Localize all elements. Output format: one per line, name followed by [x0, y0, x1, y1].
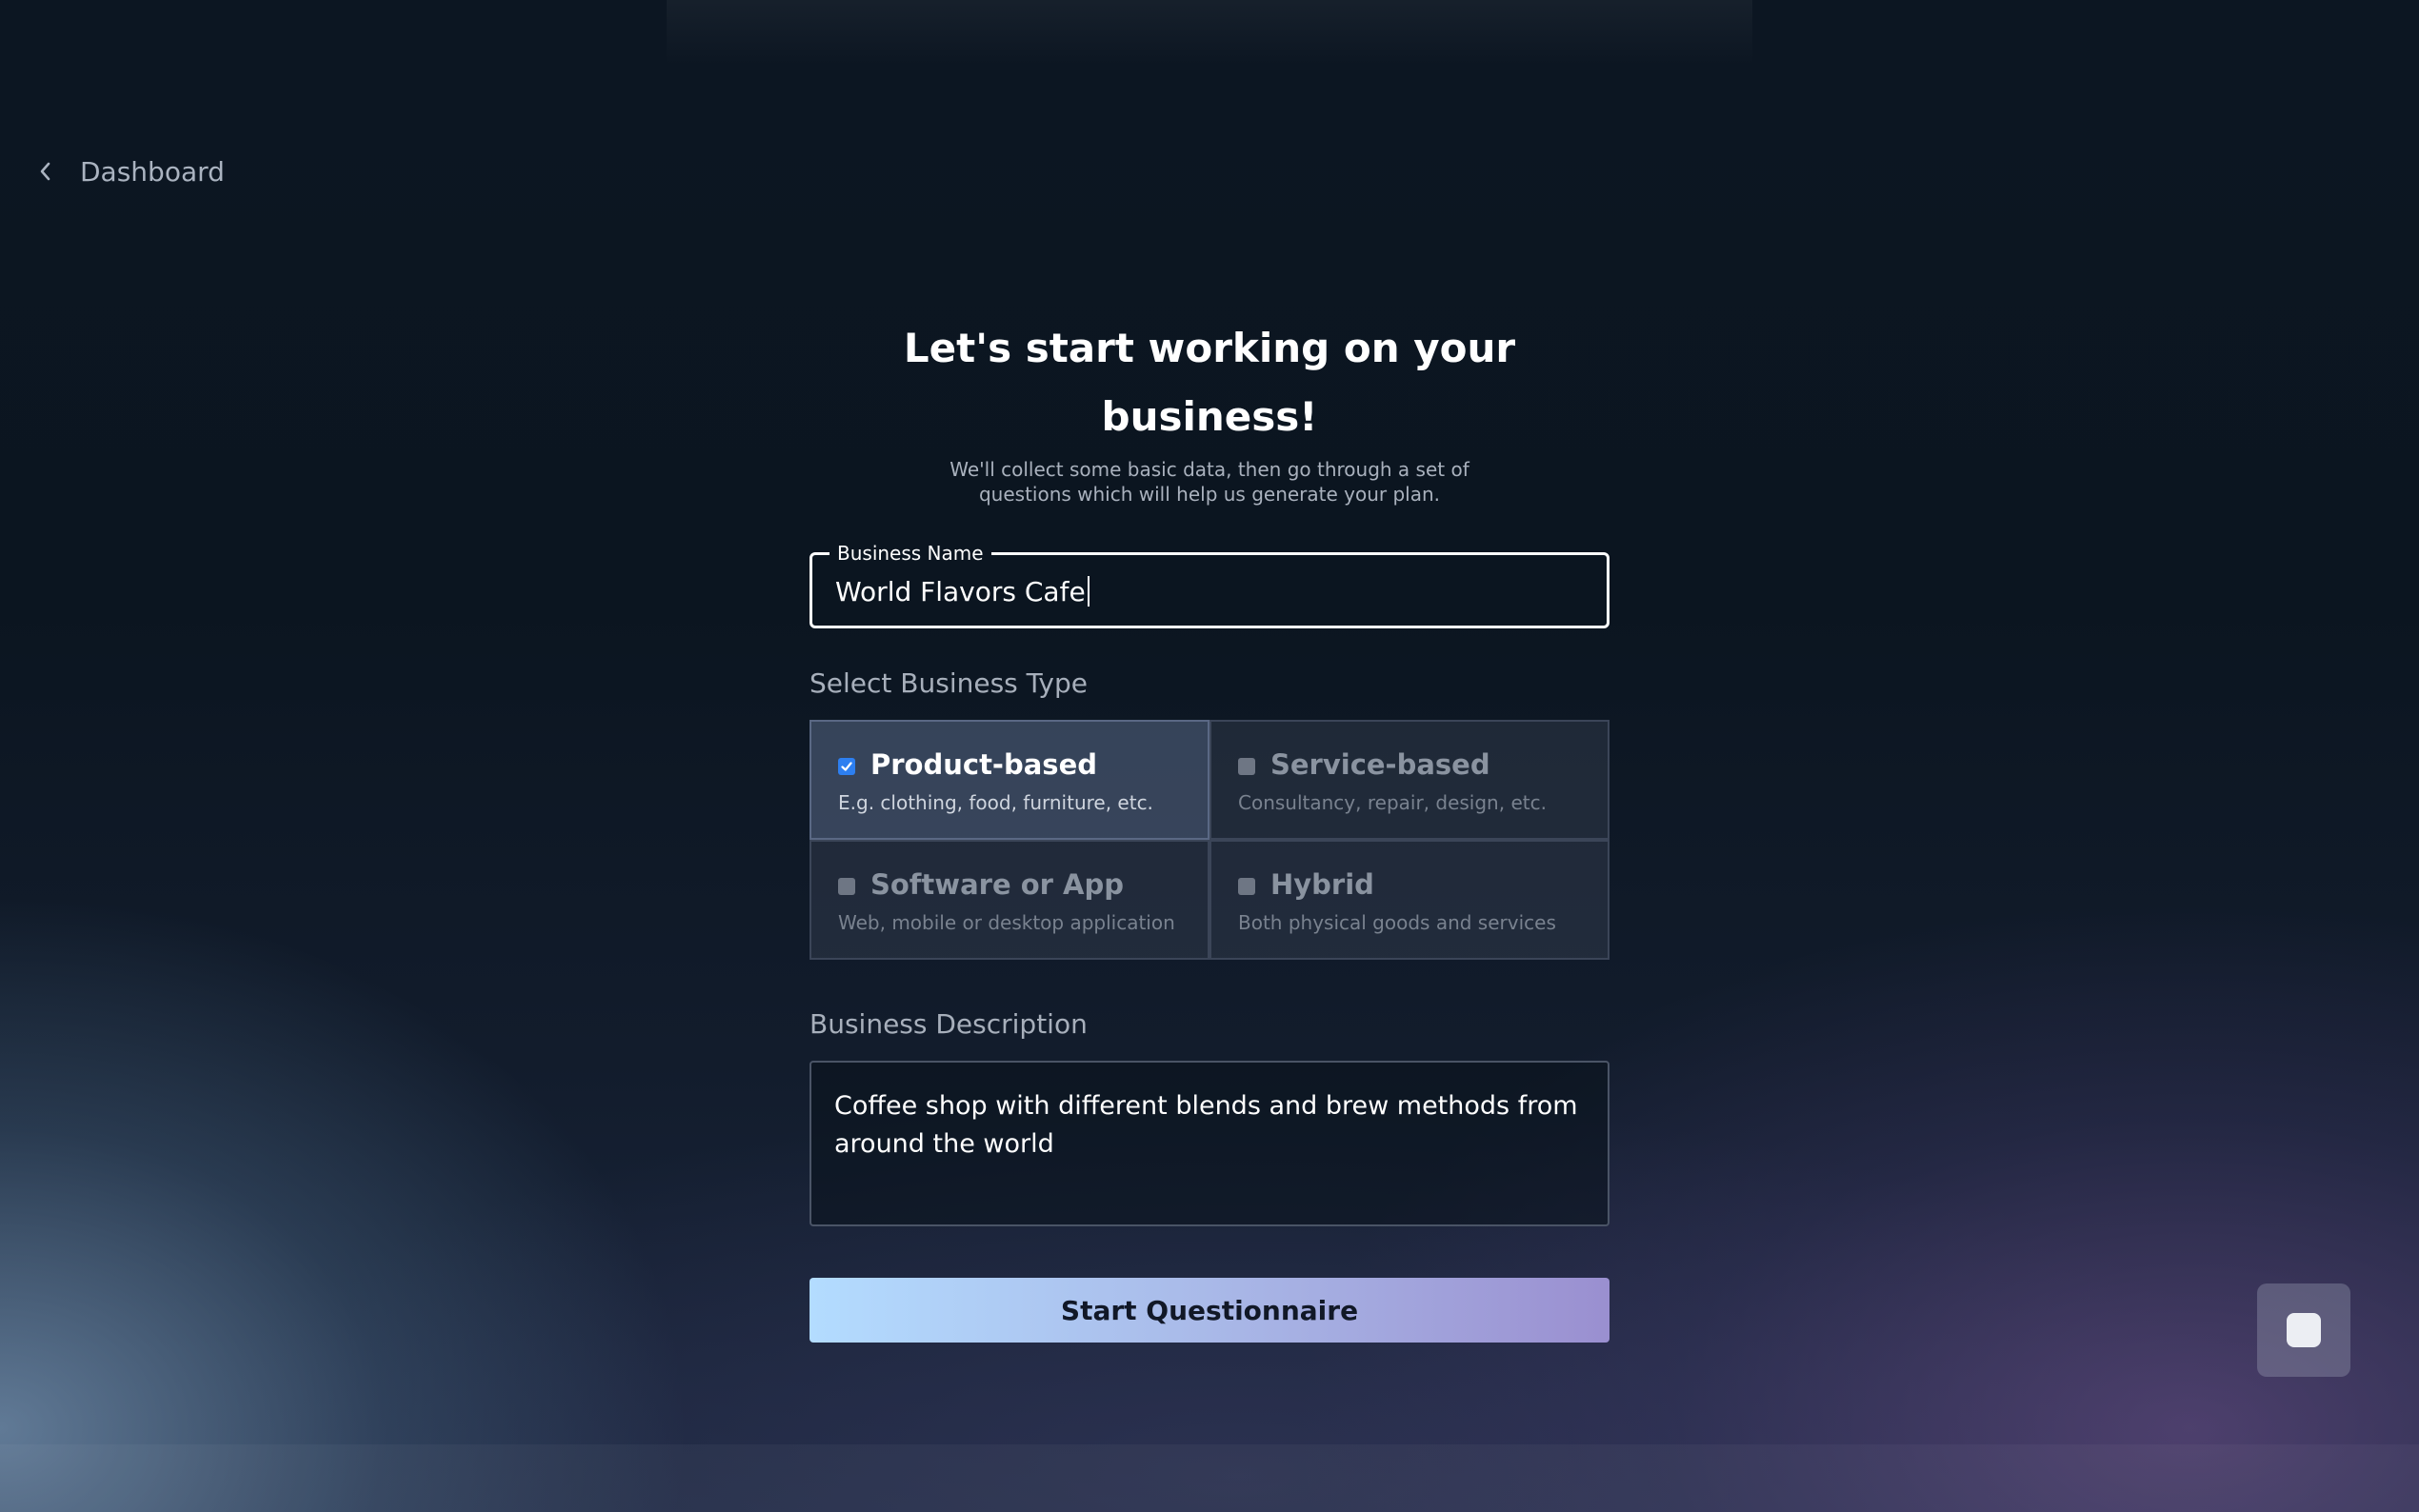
business-type-software[interactable]: Software or App Web, mobile or desktop a…: [810, 840, 1210, 960]
business-description-textarea[interactable]: Coffee shop with different blends and br…: [810, 1061, 1609, 1226]
product-type-description: E.g. clothing, food, furniture, etc.: [838, 791, 1153, 814]
product-type-name: Product-based: [870, 748, 1097, 781]
service-type-description: Consultancy, repair, design, etc.: [1238, 791, 1547, 814]
hybrid-checkbox[interactable]: [1238, 878, 1255, 895]
business-name-input[interactable]: World Flavors Cafe: [835, 576, 1090, 608]
software-checkbox[interactable]: [838, 878, 855, 895]
hybrid-type-description: Both physical goods and services: [1238, 911, 1556, 934]
service-type-name: Service-based: [1270, 748, 1490, 781]
service-checkbox[interactable]: [1238, 758, 1255, 775]
chevron-left-icon: [34, 161, 55, 182]
business-description-label: Business Description: [810, 1008, 1088, 1040]
start-questionnaire-button[interactable]: Start Questionnaire: [810, 1278, 1609, 1343]
onboarding-form: Let's start working on your business! We…: [810, 314, 1609, 1343]
back-link-label: Dashboard: [80, 155, 225, 188]
software-type-name: Software or App: [870, 868, 1124, 901]
page-subtitle: We'll collect some basic data, then go t…: [950, 458, 1469, 506]
back-to-dashboard-link[interactable]: Dashboard: [34, 152, 225, 190]
business-name-label: Business Name: [830, 542, 991, 565]
business-name-value: World Flavors Cafe: [835, 576, 1086, 607]
square-icon: [2287, 1313, 2321, 1347]
floating-action-button[interactable]: [2257, 1283, 2350, 1377]
business-type-product[interactable]: Product-based E.g. clothing, food, furni…: [810, 720, 1210, 840]
product-checkbox[interactable]: [838, 758, 855, 775]
text-caret: [1087, 576, 1090, 607]
hybrid-type-name: Hybrid: [1270, 868, 1374, 901]
business-name-field[interactable]: Business Name World Flavors Cafe: [810, 542, 1609, 628]
business-type-hybrid[interactable]: Hybrid Both physical goods and services: [1210, 840, 1609, 960]
business-type-label: Select Business Type: [810, 667, 1088, 699]
top-bar-shade: [667, 0, 1752, 67]
business-type-service[interactable]: Service-based Consultancy, repair, desig…: [1210, 720, 1609, 840]
page-title: Let's start working on your business!: [903, 325, 1516, 440]
software-type-description: Web, mobile or desktop application: [838, 911, 1175, 934]
business-type-options: Product-based E.g. clothing, food, furni…: [810, 720, 1609, 960]
bottom-bar-shade: [0, 1444, 2419, 1512]
